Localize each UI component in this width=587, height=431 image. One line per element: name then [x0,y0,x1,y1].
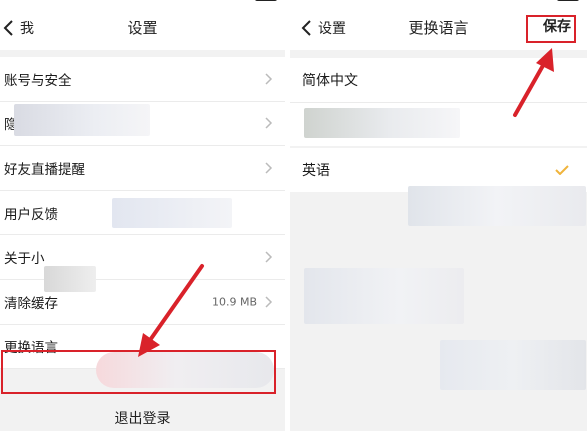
annotation-arrow [138,264,204,357]
logout-button[interactable]: 退出登录 [0,408,285,428]
annotation-arrow [513,48,554,117]
language-screen: 设置 更换语言 保存 简体中文 英语 [290,0,587,431]
settings-screen: 我 设置 账号与安全 隐 好友直播提醒 用户反馈 关于小 清除缓存 10.9 M… [0,0,285,431]
